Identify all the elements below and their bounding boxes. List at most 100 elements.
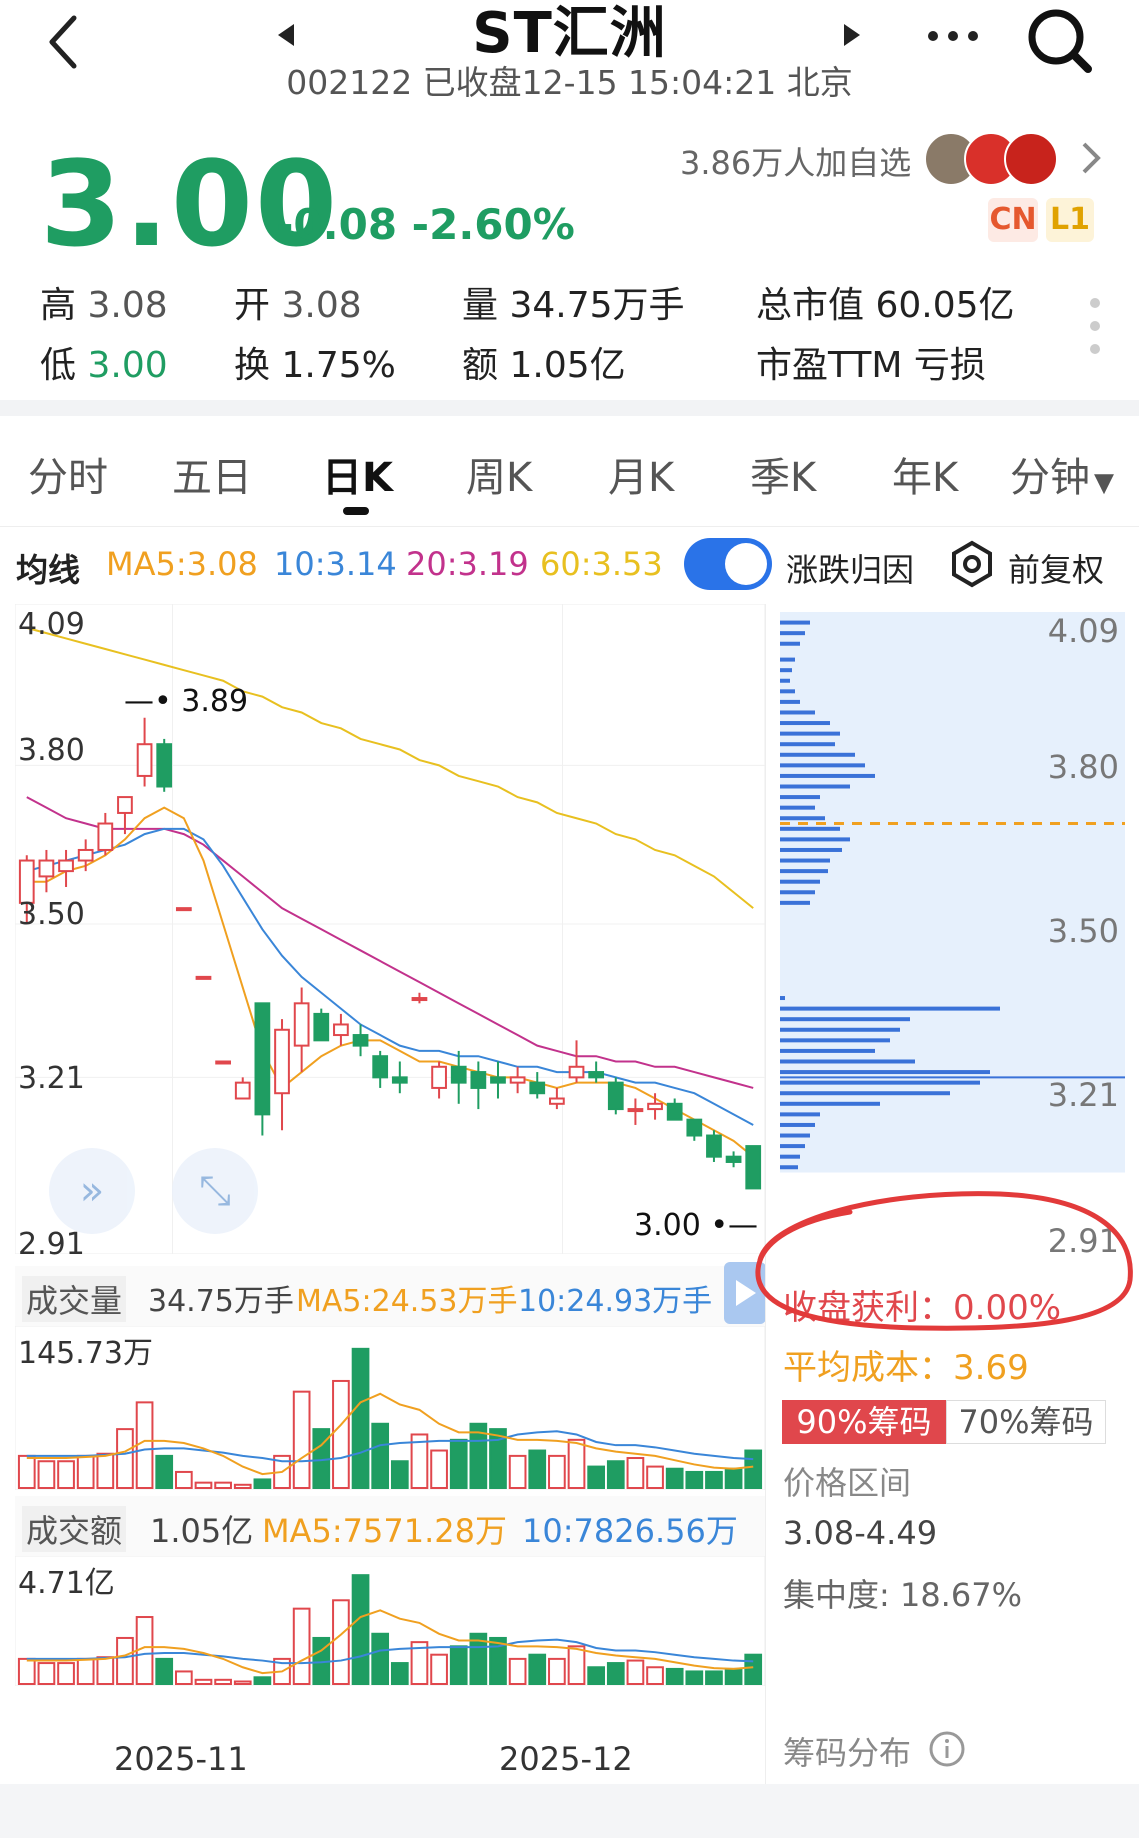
volume-bar [665, 1467, 684, 1490]
y-tick: 4.09 [18, 607, 85, 642]
info-icon[interactable] [928, 1730, 966, 1772]
volume-bar [214, 1678, 232, 1686]
chip-bar [780, 826, 840, 831]
chip-bar [780, 689, 795, 694]
volume-bar [430, 1653, 448, 1686]
chip-bar [780, 668, 792, 673]
chevron-right-icon[interactable] [1078, 140, 1104, 180]
chip-bar [780, 1080, 980, 1085]
concentration: 集中度: 18.67% [783, 1576, 1022, 1614]
volume-bar [332, 1379, 350, 1489]
adjust-label[interactable]: 前复权 [1008, 545, 1104, 591]
chip-bar [780, 1006, 1000, 1011]
tab-intraday[interactable]: 分时 [28, 445, 108, 503]
ma5-value: MA5:3.08 [106, 545, 258, 583]
volume-bar [351, 1347, 370, 1490]
candle [706, 1134, 722, 1158]
candle [175, 907, 192, 912]
follower-avatars[interactable] [924, 130, 1064, 186]
volume-bar [587, 1666, 606, 1685]
volume-bar [17, 1657, 36, 1686]
candle [156, 743, 173, 788]
candle [470, 1071, 487, 1089]
volume-label[interactable]: 成交量 [22, 1276, 127, 1322]
chip-bar [780, 731, 840, 736]
volume-bar [449, 1645, 468, 1685]
settings-icon[interactable] [948, 540, 996, 592]
tab-yearly-k[interactable]: 年K [892, 445, 958, 503]
volume-value: 34.75万手 [148, 1284, 294, 1319]
amount-ma10: 10:7826.56万 [522, 1512, 738, 1550]
stat-low: 低 3.00 [40, 345, 168, 386]
stat-volume: 量 34.75万手 [462, 285, 685, 326]
candle [529, 1081, 546, 1095]
tab-quarterly-k[interactable]: 季K [750, 445, 816, 503]
volume-ma10: 10:24.93万手 [518, 1284, 713, 1319]
candle [647, 1102, 663, 1111]
candle [588, 1071, 605, 1079]
volume-bar [528, 1449, 547, 1490]
followers-count[interactable]: 3.86万人加自选 [680, 138, 911, 184]
volume-bar [705, 1470, 723, 1489]
attribution-toggle[interactable] [684, 538, 772, 590]
chip-footer-label[interactable]: 筹码分布 [783, 1728, 911, 1774]
stat-turnover: 换 1.75% [234, 345, 396, 386]
stat-amount: 额 1.05亿 [462, 345, 626, 386]
chip-bar [780, 657, 795, 662]
volume-ma5: MA5:24.53万手 [296, 1284, 518, 1319]
volume-bar [724, 1467, 743, 1490]
candle [313, 1012, 330, 1042]
amount-chart[interactable] [15, 1556, 765, 1686]
stat-mktcap: 总市值 60.05亿 [756, 285, 1015, 326]
y-tick: 3.50 [18, 897, 85, 932]
volume-bar [390, 1460, 409, 1489]
red-circle-annotation [755, 1191, 1133, 1331]
volume-bar [233, 1483, 252, 1489]
tab-daily-k[interactable]: 日K [322, 445, 393, 503]
chip-y-tick: 3.80 [1047, 748, 1119, 786]
amount-label[interactable]: 成交额 [22, 1506, 127, 1552]
volume-bar [194, 1481, 213, 1489]
volume-bar [371, 1422, 390, 1489]
candle [215, 1060, 231, 1065]
amount-ma5: MA5:7571.28万 [262, 1512, 507, 1550]
volume-bar [724, 1667, 743, 1686]
candle [666, 1102, 683, 1121]
chip-bar [780, 620, 810, 625]
badge-l1: L1 [1046, 198, 1094, 242]
more-icon[interactable] [925, 28, 981, 48]
volume-bar [57, 1662, 75, 1685]
chip-tab-70[interactable]: 70%筹码 [946, 1400, 1106, 1444]
chip-y-tick: 3.50 [1047, 912, 1119, 950]
search-icon[interactable] [1024, 5, 1094, 79]
chip-bar [780, 773, 875, 778]
stats-more-icon[interactable] [1088, 296, 1102, 360]
y-tick: 2.91 [18, 1227, 85, 1262]
tab-weekly-k[interactable]: 周K [466, 445, 532, 503]
candle [293, 1002, 310, 1047]
candle [117, 796, 133, 814]
tab-5day[interactable]: 五日 [172, 445, 252, 503]
chip-bar [780, 1112, 820, 1117]
chip-tab-90[interactable]: 90%筹码 [782, 1400, 946, 1444]
price-range-label: 价格区间 [783, 1464, 912, 1502]
chip-bar [780, 1122, 815, 1127]
chip-bar [780, 742, 835, 747]
volume-bar [606, 1460, 625, 1489]
chip-y-tick: 4.09 [1047, 612, 1119, 650]
volume-bar [665, 1667, 684, 1686]
chip-bar [780, 1133, 810, 1138]
volume-max-label: 145.73万 [18, 1336, 153, 1371]
volume-bar [744, 1653, 763, 1686]
tab-minute[interactable]: 分钟 ▼ [1010, 445, 1114, 503]
volume-bar [312, 1428, 331, 1489]
volume-bar [116, 1428, 134, 1489]
ma20-line [26, 796, 754, 1089]
fast-forward-button[interactable]: » [49, 1148, 135, 1234]
volume-bar [449, 1438, 468, 1490]
chip-bar [780, 1070, 990, 1075]
volume-bar [253, 1478, 272, 1490]
expand-button[interactable]: ⤡ [172, 1148, 258, 1234]
candle [274, 1028, 290, 1095]
tab-monthly-k[interactable]: 月K [608, 445, 674, 503]
